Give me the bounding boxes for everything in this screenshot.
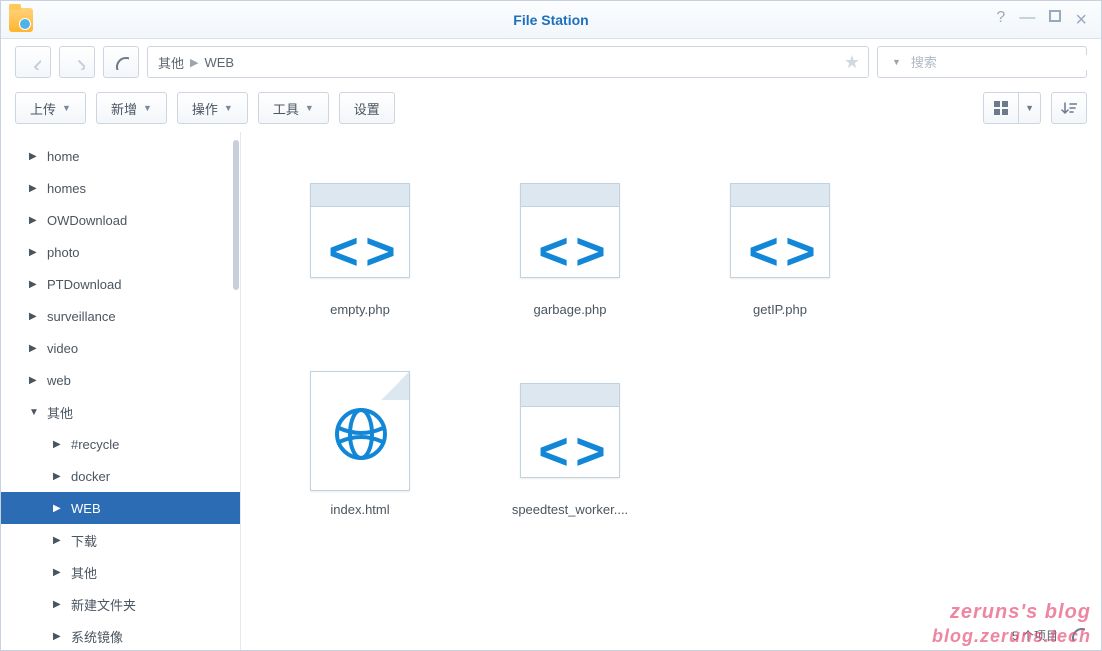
tree-item-其他[interactable]: ▶ 其他 [1,556,240,588]
tree-item-OWDownload[interactable]: ▶ OWDownload [1,204,240,236]
code-file-icon: < > [515,176,625,286]
favorite-icon[interactable]: ★ [844,52,860,73]
chevron-right-icon[interactable]: ▶ [53,631,63,642]
chevron-right-icon[interactable]: ▶ [29,215,39,226]
tree-item-home[interactable]: ▶ home [1,140,240,172]
chevron-right-icon[interactable]: ▶ [29,279,39,290]
body: ▶home▶homes▶OWDownload▶photo▶PTDownload▶… [1,131,1101,650]
statusbar: 5 个项目 [1012,620,1101,650]
view-dropdown-icon[interactable]: ▼ [1019,92,1041,124]
chevron-right-icon[interactable]: ▶ [53,567,63,578]
tree-item-label: 新建文件夹 [71,595,136,614]
tree-item-label: OWDownload [47,213,127,228]
tree-item-label: docker [71,469,110,484]
tree-item-新建文件夹[interactable]: ▶ 新建文件夹 [1,588,240,620]
file-item[interactable]: < > speedtest_worker.... [465,346,675,546]
tree-item-WEB[interactable]: ▶ WEB [1,492,240,524]
tree-item-homes[interactable]: ▶ homes [1,172,240,204]
tree-item-video[interactable]: ▶ video [1,332,240,364]
sort-button[interactable] [1051,92,1087,124]
navbar: 其他 ▶ WEB ★ ▼ [1,39,1101,85]
chevron-right-icon[interactable]: ▶ [29,311,39,322]
tree-item-label: 下载 [71,531,97,550]
tree-item-系统镜像[interactable]: ▶ 系统镜像 [1,620,240,650]
refresh-icon[interactable] [1070,626,1085,644]
file-item[interactable]: < > getIP.php [675,146,885,346]
tree-item-PTDownload[interactable]: ▶ PTDownload [1,268,240,300]
settings-button[interactable]: 设置 [339,92,395,124]
chevron-right-icon[interactable]: ▶ [53,439,63,450]
breadcrumb-item[interactable]: WEB [204,55,234,70]
file-pane[interactable]: < > empty.php < > garbage.php < > getIP.php in… [241,132,1101,650]
item-count: 5 个项目 [1012,627,1058,644]
refresh-button[interactable] [103,46,139,78]
file-name: getIP.php [753,302,807,317]
chevron-right-icon[interactable]: ▶ [29,247,39,258]
tree-item-docker[interactable]: ▶ docker [1,460,240,492]
tree-item-下载[interactable]: ▶ 下载 [1,524,240,556]
tree-item-label: WEB [71,501,101,516]
file-item[interactable]: index.html [255,346,465,546]
tree-item-#recycle[interactable]: ▶ #recycle [1,428,240,460]
tree-item-surveillance[interactable]: ▶ surveillance [1,300,240,332]
chevron-right-icon[interactable]: ▶ [53,471,63,482]
view-grid-icon[interactable] [983,92,1019,124]
file-name: index.html [330,502,389,517]
file-item[interactable]: < > empty.php [255,146,465,346]
file-station-window: File Station ? — × 其他 ▶ WEB ★ ▼ 上传▼ 新增▼ … [0,0,1102,651]
chevron-right-icon[interactable]: ▶ [29,343,39,354]
search-input[interactable] [911,55,1087,70]
toolbar: 上传▼ 新增▼ 操作▼ 工具▼ 设置 ▼ [1,85,1101,131]
breadcrumb-separator: ▶ [190,56,198,69]
tree-item-label: video [47,341,78,356]
breadcrumb[interactable]: 其他 ▶ WEB ★ [147,46,869,78]
tree-item-label: 系统镜像 [71,627,123,646]
tree-item-label: 其他 [47,403,73,422]
search-dropdown-icon[interactable]: ▼ [892,57,901,67]
tree-item-label: surveillance [47,309,116,324]
chevron-right-icon[interactable]: ▶ [53,503,63,514]
back-button[interactable] [15,46,51,78]
view-mode-button[interactable]: ▼ [983,92,1041,124]
code-file-icon: < > [305,176,415,286]
tree-item-label: homes [47,181,86,196]
file-name: empty.php [330,302,390,317]
tree-item-label: PTDownload [47,277,121,292]
titlebar: File Station ? — × [1,1,1101,39]
tree-item-photo[interactable]: ▶ photo [1,236,240,268]
action-button[interactable]: 操作▼ [177,92,248,124]
create-button[interactable]: 新增▼ [96,92,167,124]
file-name: speedtest_worker.... [512,502,628,517]
file-name: garbage.php [533,302,606,317]
tree-item-label: photo [47,245,80,260]
chevron-right-icon[interactable]: ▶ [53,535,63,546]
search-box[interactable]: ▼ [877,46,1087,78]
chevron-right-icon[interactable]: ▶ [53,599,63,610]
window-title: File Station [1,12,1101,28]
sidebar[interactable]: ▶home▶homes▶OWDownload▶photo▶PTDownload▶… [1,132,241,650]
tree-item-web[interactable]: ▶ web [1,364,240,396]
upload-button[interactable]: 上传▼ [15,92,86,124]
chevron-right-icon[interactable]: ▶ [29,151,39,162]
tools-button[interactable]: 工具▼ [258,92,329,124]
forward-button[interactable] [59,46,95,78]
file-item[interactable]: < > garbage.php [465,146,675,346]
tree-item-其他[interactable]: ▼ 其他 [1,396,240,428]
tree-item-label: web [47,373,71,388]
tree-item-label: #recycle [71,437,119,452]
html-file-icon [305,376,415,486]
code-file-icon: < > [515,376,625,486]
tree-item-label: home [47,149,80,164]
breadcrumb-item[interactable]: 其他 [158,53,184,72]
chevron-down-icon[interactable]: ▼ [29,407,39,418]
tree-item-label: 其他 [71,563,97,582]
code-file-icon: < > [725,176,835,286]
chevron-right-icon[interactable]: ▶ [29,183,39,194]
chevron-right-icon[interactable]: ▶ [29,375,39,386]
